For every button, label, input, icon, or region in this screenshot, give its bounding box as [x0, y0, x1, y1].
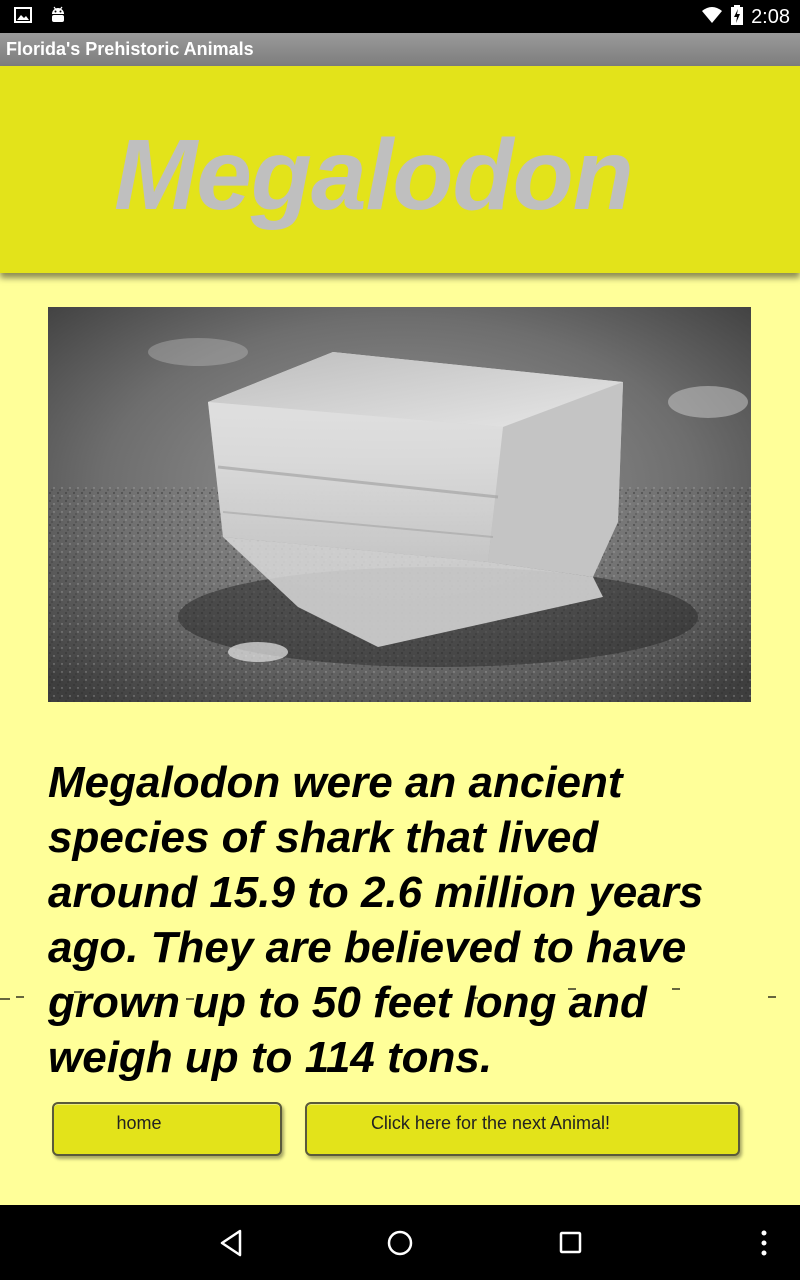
android-icon: [50, 6, 66, 29]
app-title: Florida's Prehistoric Animals: [6, 39, 254, 59]
wifi-icon: [701, 6, 723, 29]
recents-icon[interactable]: [558, 1229, 584, 1262]
status-time: 2:08: [751, 6, 790, 28]
system-navigation-bar: [0, 1205, 800, 1280]
app-screen: 2:08 Florida's Prehistoric Animals Megal…: [0, 0, 800, 1280]
battery-charging-icon: [731, 4, 744, 30]
animal-photo: [48, 307, 751, 702]
status-bar: 2:08: [0, 0, 800, 33]
home-button-label: home: [116, 1113, 162, 1133]
home-button[interactable]: home: [52, 1102, 282, 1156]
back-icon[interactable]: [218, 1229, 244, 1262]
app-title-bar: Florida's Prehistoric Animals: [0, 33, 800, 66]
next-animal-button[interactable]: Click here for the next Animal!: [305, 1102, 740, 1156]
gallery-icon: [14, 7, 32, 28]
animal-title: Megalodon: [114, 119, 634, 231]
animal-description: Megalodon were an ancient species of sha…: [48, 758, 704, 1082]
home-circle-icon[interactable]: [386, 1229, 414, 1262]
overflow-menu-icon[interactable]: [758, 1229, 770, 1262]
next-animal-button-label: Click here for the next Animal!: [370, 1113, 611, 1133]
